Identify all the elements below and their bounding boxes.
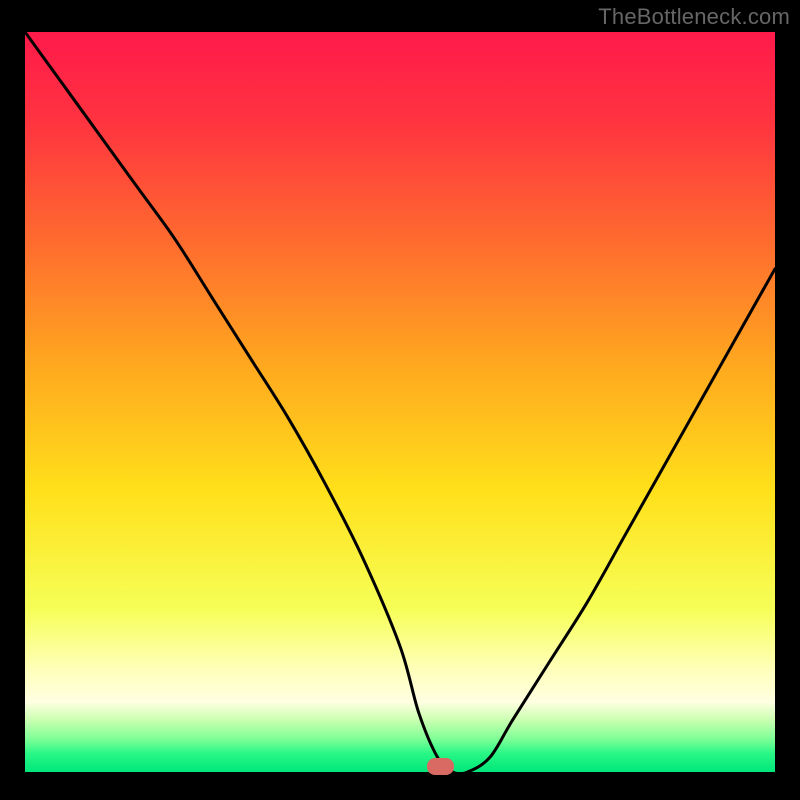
chart-frame: TheBottleneck.com	[0, 0, 800, 800]
plot-background-gradient	[25, 32, 775, 772]
optimal-marker	[427, 758, 454, 775]
bottleneck-plot	[25, 32, 775, 772]
attribution-label: TheBottleneck.com	[598, 4, 790, 30]
